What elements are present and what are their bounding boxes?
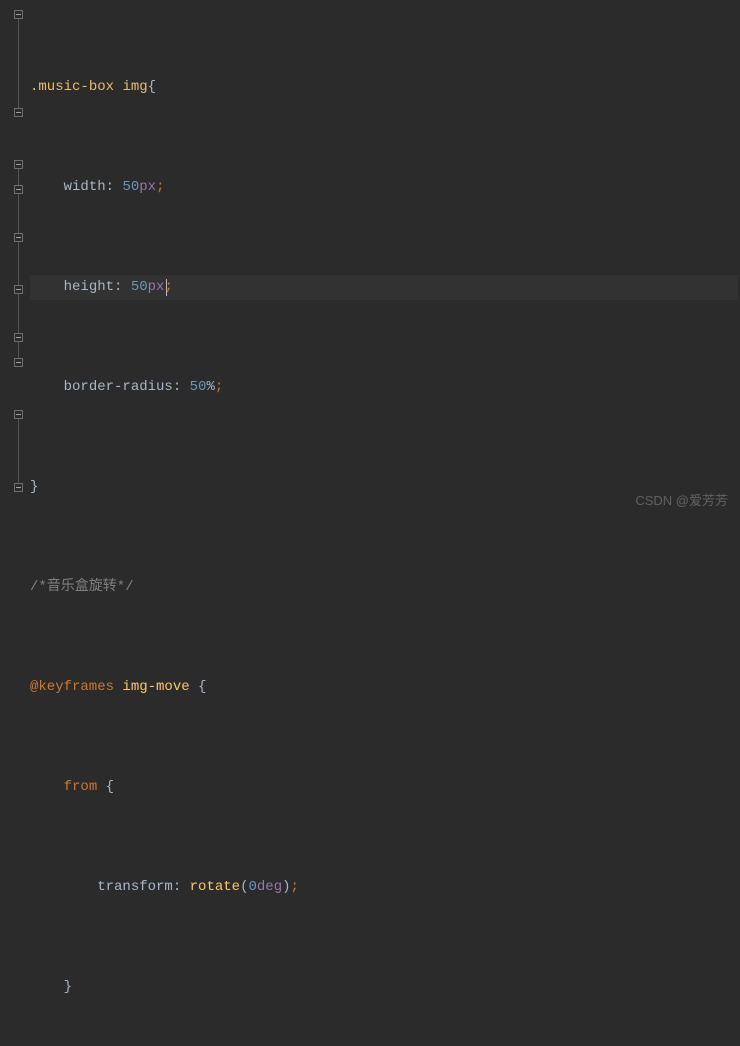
t: height (64, 279, 114, 295)
t (114, 679, 122, 695)
t: /*音乐盒旋转*/ (30, 579, 134, 595)
t: transform (97, 879, 173, 895)
t: } (64, 979, 72, 995)
code-line[interactable]: transform: rotate(0deg); (30, 875, 738, 900)
t (30, 379, 64, 395)
t: : (173, 879, 190, 895)
t: % (206, 379, 214, 395)
fold-icon[interactable] (14, 333, 23, 342)
code-line[interactable]: } (30, 975, 738, 1000)
fold-icon[interactable] (14, 10, 23, 19)
fold-icon[interactable] (14, 108, 23, 117)
t: img (122, 79, 147, 95)
fold-icon[interactable] (14, 358, 23, 367)
t: px (148, 279, 165, 295)
code-line[interactable]: /*音乐盒旋转*/ (30, 575, 738, 600)
t: ) (282, 879, 290, 895)
t: 50 (122, 179, 139, 195)
code-area[interactable]: .music-box img{ width: 50px; height: 50p… (28, 0, 740, 523)
t: { (198, 679, 206, 695)
fold-icon[interactable] (14, 285, 23, 294)
code-line[interactable]: from { (30, 775, 738, 800)
t: } (30, 479, 38, 495)
t: ( (240, 879, 248, 895)
t: @keyframes (30, 679, 114, 695)
code-line[interactable]: } (30, 475, 738, 500)
t: : (114, 279, 131, 295)
code-line[interactable]: width: 50px; (30, 175, 738, 200)
t (30, 879, 97, 895)
code-line[interactable]: @keyframes img-move { (30, 675, 738, 700)
t: deg (257, 879, 282, 895)
t: ; (156, 179, 164, 195)
t (190, 679, 198, 695)
code-line-active[interactable]: height: 50px; (30, 275, 738, 300)
t (30, 979, 64, 995)
t: music-box (38, 79, 114, 95)
fold-icon[interactable] (14, 410, 23, 419)
fold-icon[interactable] (14, 185, 23, 194)
code-line[interactable]: border-radius: 50%; (30, 375, 738, 400)
t: rotate (190, 879, 240, 895)
gutter (0, 0, 28, 523)
text-caret (166, 279, 167, 296)
t: : (173, 379, 190, 395)
fold-icon[interactable] (14, 233, 23, 242)
t: width (64, 179, 106, 195)
t: ; (215, 379, 223, 395)
fold-icon[interactable] (14, 160, 23, 169)
t: 50 (190, 379, 207, 395)
t: { (106, 779, 114, 795)
t: from (64, 779, 98, 795)
t: border-radius (64, 379, 173, 395)
t: px (139, 179, 156, 195)
t: img-move (122, 679, 189, 695)
t (97, 779, 105, 795)
t (30, 179, 64, 195)
fold-icon[interactable] (14, 483, 23, 492)
t: : (106, 179, 123, 195)
t (30, 279, 64, 295)
t: { (148, 79, 156, 95)
t: ; (291, 879, 299, 895)
t (30, 779, 64, 795)
t: 50 (131, 279, 148, 295)
code-editor[interactable]: .music-box img{ width: 50px; height: 50p… (0, 0, 740, 523)
t: 0 (248, 879, 256, 895)
code-line[interactable]: .music-box img{ (30, 75, 738, 100)
